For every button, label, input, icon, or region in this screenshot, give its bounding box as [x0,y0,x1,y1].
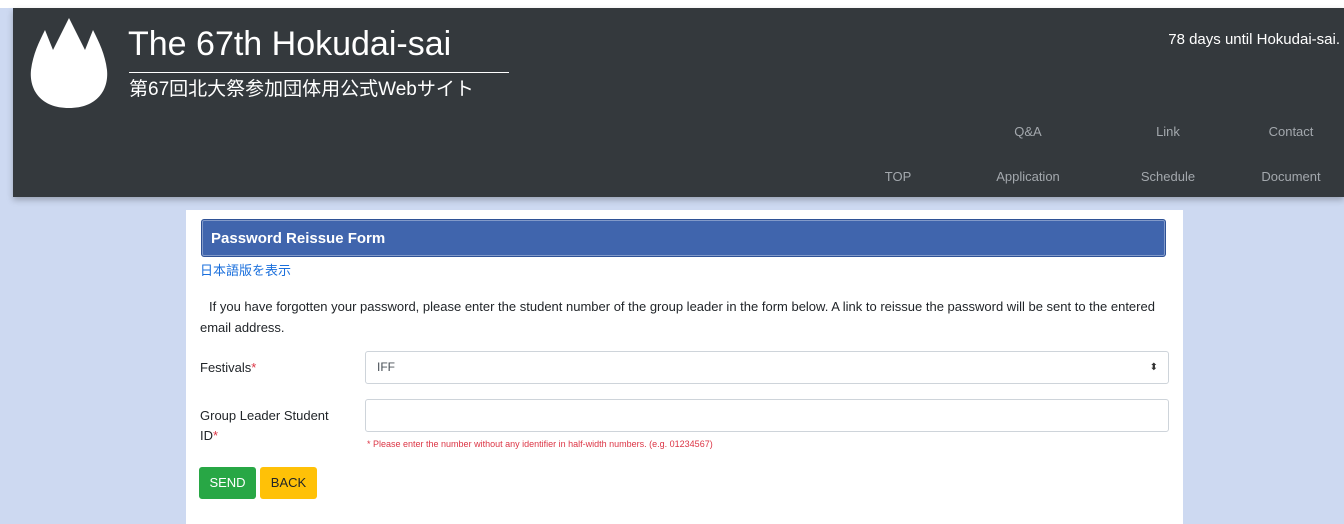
site-title[interactable]: The 67th Hokudai-sai [128,24,451,64]
form-card: Password Reissue Form 日本語版を表示 If you hav… [186,210,1183,524]
send-button[interactable]: SEND [199,467,256,499]
back-button[interactable]: BACK [260,467,317,499]
intro-text: If you have forgotten your password, ple… [200,299,1155,335]
nav-schedule[interactable]: Schedule [1108,169,1228,185]
japanese-version-link[interactable]: 日本語版を表示 [200,262,291,280]
festivals-select-value: IFF [377,360,395,374]
countdown-text: 78 days until Hokudai-sai. [1168,31,1340,48]
student-id-hint: * Please enter the number without any id… [367,439,713,449]
nav-link[interactable]: Link [1108,124,1228,140]
required-mark: * [251,360,257,375]
logo-icon[interactable] [27,12,111,110]
nav-contact[interactable]: Contact [1231,124,1344,140]
title-divider [129,72,509,73]
festivals-label: Festivals* [200,358,256,378]
site-header: The 67th Hokudai-sai 第67回北大祭参加団体用公式Webサイ… [13,8,1344,197]
form-title: Password Reissue Form [201,219,1166,257]
nav-document[interactable]: Document [1231,169,1344,185]
site-subtitle: 第67回北大祭参加団体用公式Webサイト [129,79,474,100]
student-id-input[interactable] [365,399,1169,432]
top-strip [0,0,1344,8]
select-arrows-icon: ⬍ [1149,362,1158,373]
nav-qa[interactable]: Q&A [968,124,1088,140]
student-id-label-text: Group Leader Student ID [200,408,329,443]
student-id-label: Group Leader Student ID* [200,406,350,446]
festivals-select[interactable]: IFF ⬍ [365,351,1169,384]
nav-top[interactable]: TOP [838,169,958,185]
required-mark: * [213,428,219,443]
festivals-label-text: Festivals [200,360,252,375]
nav-application[interactable]: Application [968,169,1088,185]
